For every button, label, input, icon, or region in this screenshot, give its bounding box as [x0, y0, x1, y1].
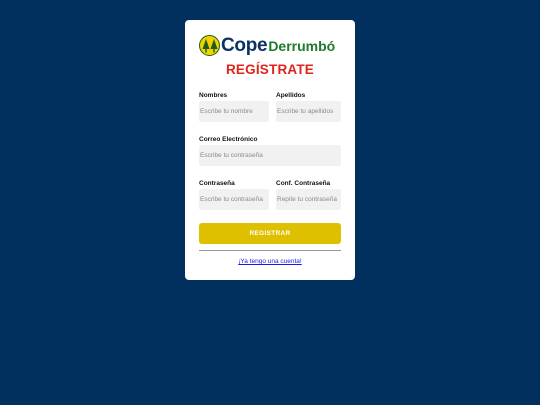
brand-name-cope: Cope	[221, 35, 268, 56]
brand-logo: Cope Derrumbó	[199, 34, 335, 57]
last-name-input[interactable]	[276, 101, 341, 122]
page-title: REGÍSTRATE	[225, 62, 314, 77]
brand-name-derrumbo: Derrumbó	[268, 38, 336, 54]
first-name-input[interactable]	[199, 101, 269, 122]
password-label: Contraseña	[199, 180, 235, 187]
confirm-password-label: Conf. Contraseña	[276, 180, 331, 187]
divider	[199, 250, 341, 251]
last-name-label: Apellidos	[276, 92, 306, 99]
email-label: Correo Electrónico	[199, 136, 258, 143]
first-name-label: Nombres	[199, 92, 228, 99]
register-card: Cope Derrumbó REGÍSTRATE Nombres Apellid…	[185, 20, 355, 280]
trees-logo-icon	[199, 35, 220, 56]
confirm-password-input[interactable]	[276, 189, 341, 210]
email-input[interactable]	[199, 145, 341, 166]
password-input[interactable]	[199, 189, 269, 210]
login-link[interactable]: ¡Ya tengo una cuenta!	[185, 258, 355, 265]
register-button[interactable]: REGISTRAR	[199, 223, 341, 244]
